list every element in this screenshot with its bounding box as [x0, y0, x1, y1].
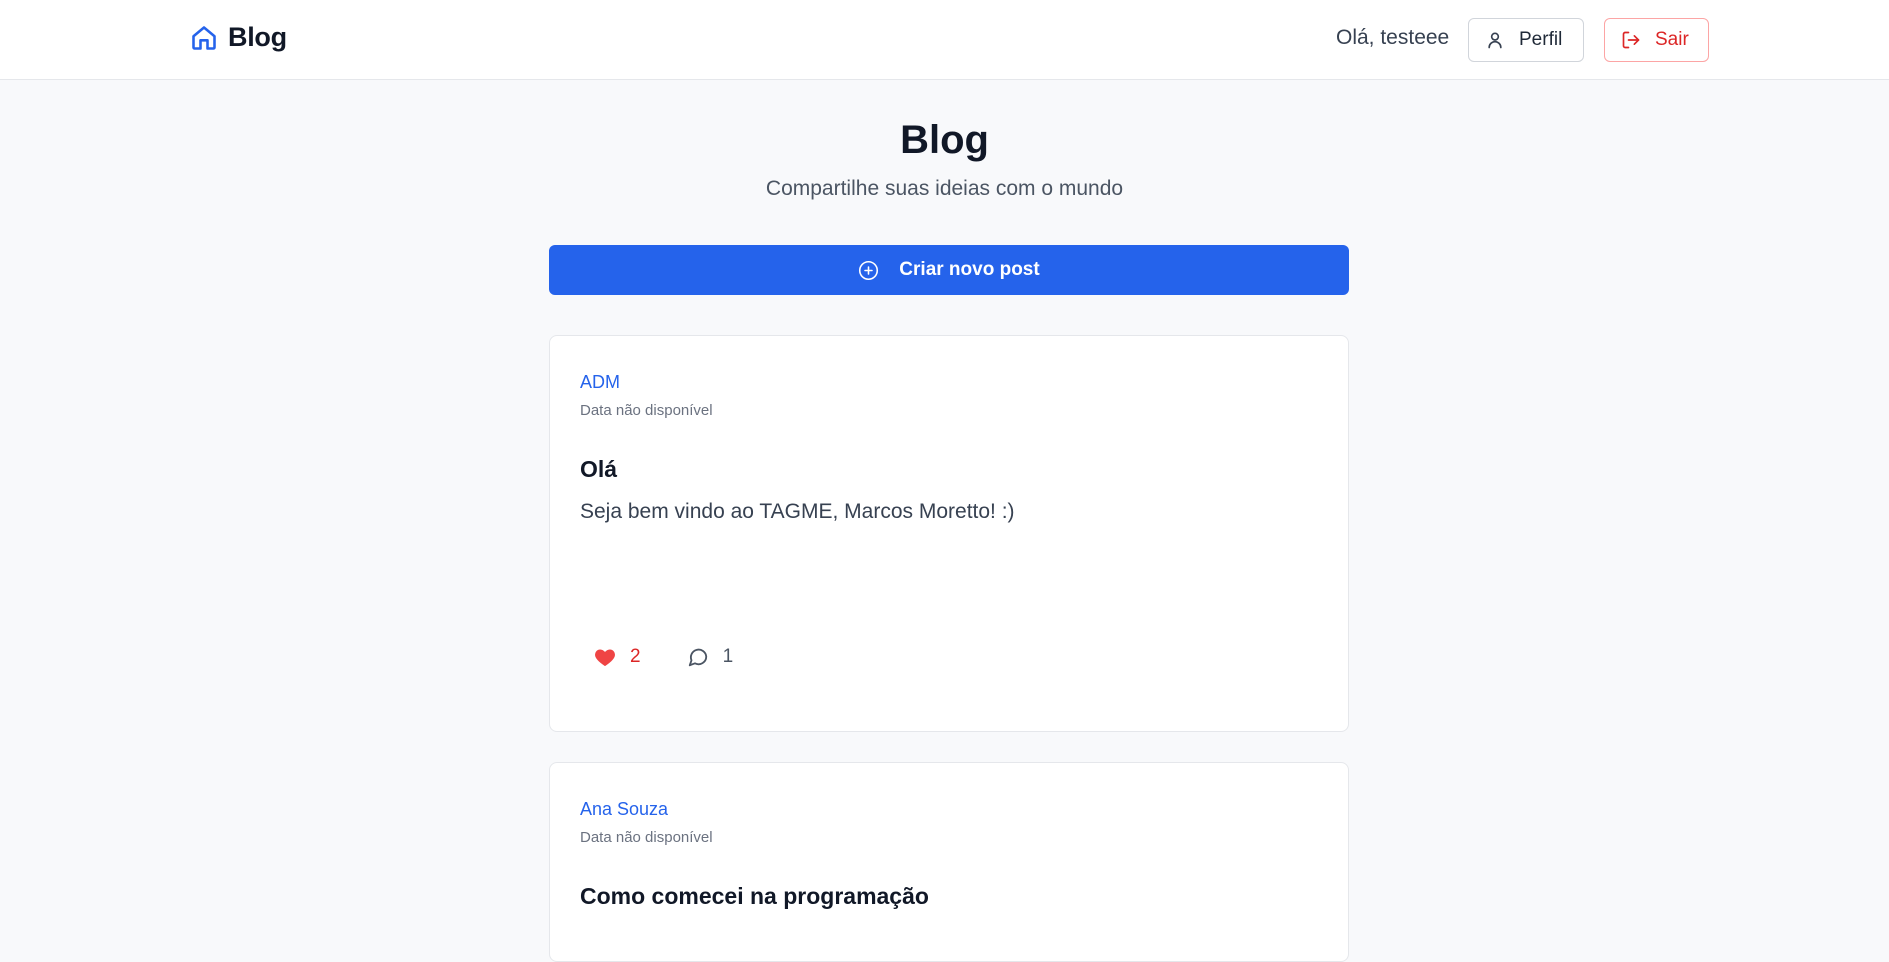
user-greeting: Olá, testeee: [1336, 26, 1450, 49]
message-circle-icon: [688, 648, 707, 667]
top-navigation-bar: Blog Olá, testeee Perfil Sair: [0, 0, 1889, 80]
page-subtitle: Compartilhe suas ideias com o mundo: [765, 177, 1124, 200]
brand-label: Blog: [228, 22, 287, 52]
create-post-label: Criar novo post: [899, 259, 1040, 280]
post-author-link[interactable]: Ana Souza: [580, 799, 668, 820]
comment-count: 1: [722, 646, 734, 667]
brand-link[interactable]: Blog: [190, 22, 287, 53]
like-button[interactable]: 2: [594, 646, 641, 668]
profile-button-label: Perfil: [1519, 29, 1563, 50]
plus-circle-icon: [859, 260, 879, 280]
post-title: Olá: [580, 456, 618, 482]
post-card: Ana Souza Data não disponível Como comec…: [549, 762, 1349, 962]
post-title: Como comecei na programação: [580, 883, 929, 909]
heart-icon: [595, 649, 615, 666]
post-date: Data não disponível: [580, 402, 713, 419]
post-author-link[interactable]: ADM: [580, 372, 620, 393]
create-post-button[interactable]: Criar novo post: [549, 245, 1349, 295]
like-count: 2: [630, 646, 641, 667]
profile-button[interactable]: Perfil: [1468, 18, 1584, 62]
post-actions: 2 1: [594, 646, 733, 668]
post-card: ADM Data não disponível Olá Seja bem vin…: [549, 335, 1349, 732]
comment-button[interactable]: 1: [687, 646, 734, 668]
post-date: Data não disponível: [580, 829, 713, 846]
home-icon: [192, 25, 216, 50]
post-content: Seja bem vindo ao TAGME, Marcos Moretto!…: [580, 500, 1015, 523]
logout-button[interactable]: Sair: [1604, 18, 1709, 62]
user-icon: [1488, 32, 1502, 49]
log-out-icon: [1622, 31, 1640, 49]
page-title: Blog: [900, 118, 989, 162]
logout-button-label: Sair: [1655, 29, 1689, 50]
